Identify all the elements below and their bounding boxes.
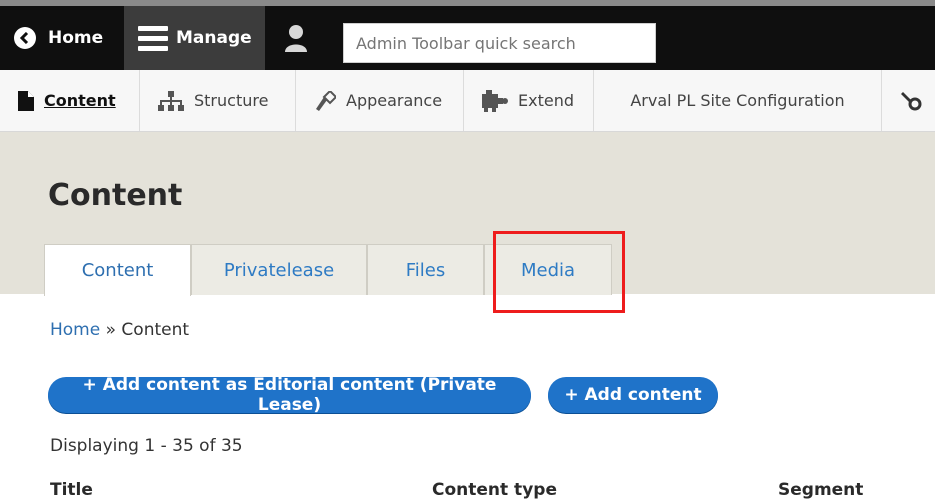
column-header-title[interactable]: Title	[50, 480, 93, 500]
hamburger-icon	[138, 25, 168, 51]
toolbar-home-link[interactable]: Home	[0, 6, 123, 70]
results-count-end: 35	[172, 436, 194, 456]
column-header-content-type[interactable]: Content type	[432, 480, 557, 500]
structure-icon	[158, 90, 184, 111]
toolbar-manage-button[interactable]: Manage	[124, 6, 265, 70]
wrench-icon	[900, 89, 924, 113]
tray-item-extend[interactable]: Extend	[464, 70, 594, 131]
tray-item-content[interactable]: Content	[0, 70, 140, 131]
breadcrumb-current: Content	[121, 320, 190, 340]
toolbar-home-label: Home	[48, 28, 104, 48]
extend-icon	[482, 89, 508, 112]
admin-toolbar: Home Manage	[0, 0, 935, 70]
toolbar-tray: Content Structure Appearance Extend Arva…	[0, 70, 935, 132]
tray-item-label: Appearance	[346, 91, 443, 110]
toolbar-manage-label: Manage	[176, 28, 252, 48]
tray-item-label: Content	[44, 91, 116, 110]
tab-privatelease[interactable]: Privatelease	[191, 244, 367, 295]
results-count-dash: -	[155, 436, 173, 456]
results-count: Displaying 1 - 35 of 35	[50, 436, 243, 456]
breadcrumb-home-link[interactable]: Home	[50, 320, 100, 340]
page-title: Content	[48, 178, 183, 213]
tab-content[interactable]: Content	[44, 244, 191, 296]
tray-item-label: Arval PL Site Configuration	[630, 91, 845, 110]
add-editorial-content-button[interactable]: + Add content as Editorial content (Priv…	[48, 375, 531, 415]
tray-item-appearance[interactable]: Appearance	[296, 70, 464, 131]
appearance-icon	[314, 90, 336, 111]
results-count-total: of 35	[193, 436, 243, 456]
tray-item-arval-site-configuration[interactable]: Arval PL Site Configuration	[594, 70, 882, 131]
content-icon	[18, 90, 34, 111]
tab-files[interactable]: Files	[367, 244, 484, 295]
column-header-segment[interactable]: Segment	[778, 480, 863, 500]
user-icon	[285, 25, 307, 52]
toolbar-user-button[interactable]	[266, 6, 326, 70]
admin-quick-search-input[interactable]	[343, 23, 656, 63]
results-count-start: 1	[144, 436, 156, 456]
breadcrumb-separator: »	[100, 320, 122, 340]
tab-media[interactable]: Media	[484, 244, 612, 295]
breadcrumb: Home » Content	[50, 320, 189, 340]
tray-item-label: Structure	[194, 91, 269, 110]
tray-item-label: Extend	[518, 91, 574, 110]
chevron-left-icon	[14, 27, 36, 49]
results-count-prefix: Displaying	[50, 436, 145, 456]
add-content-button[interactable]: + Add content	[548, 377, 718, 413]
tray-item-configuration[interactable]	[882, 70, 935, 131]
tray-item-structure[interactable]: Structure	[140, 70, 296, 131]
primary-tabs: Content Privatelease Files Media	[44, 244, 664, 296]
